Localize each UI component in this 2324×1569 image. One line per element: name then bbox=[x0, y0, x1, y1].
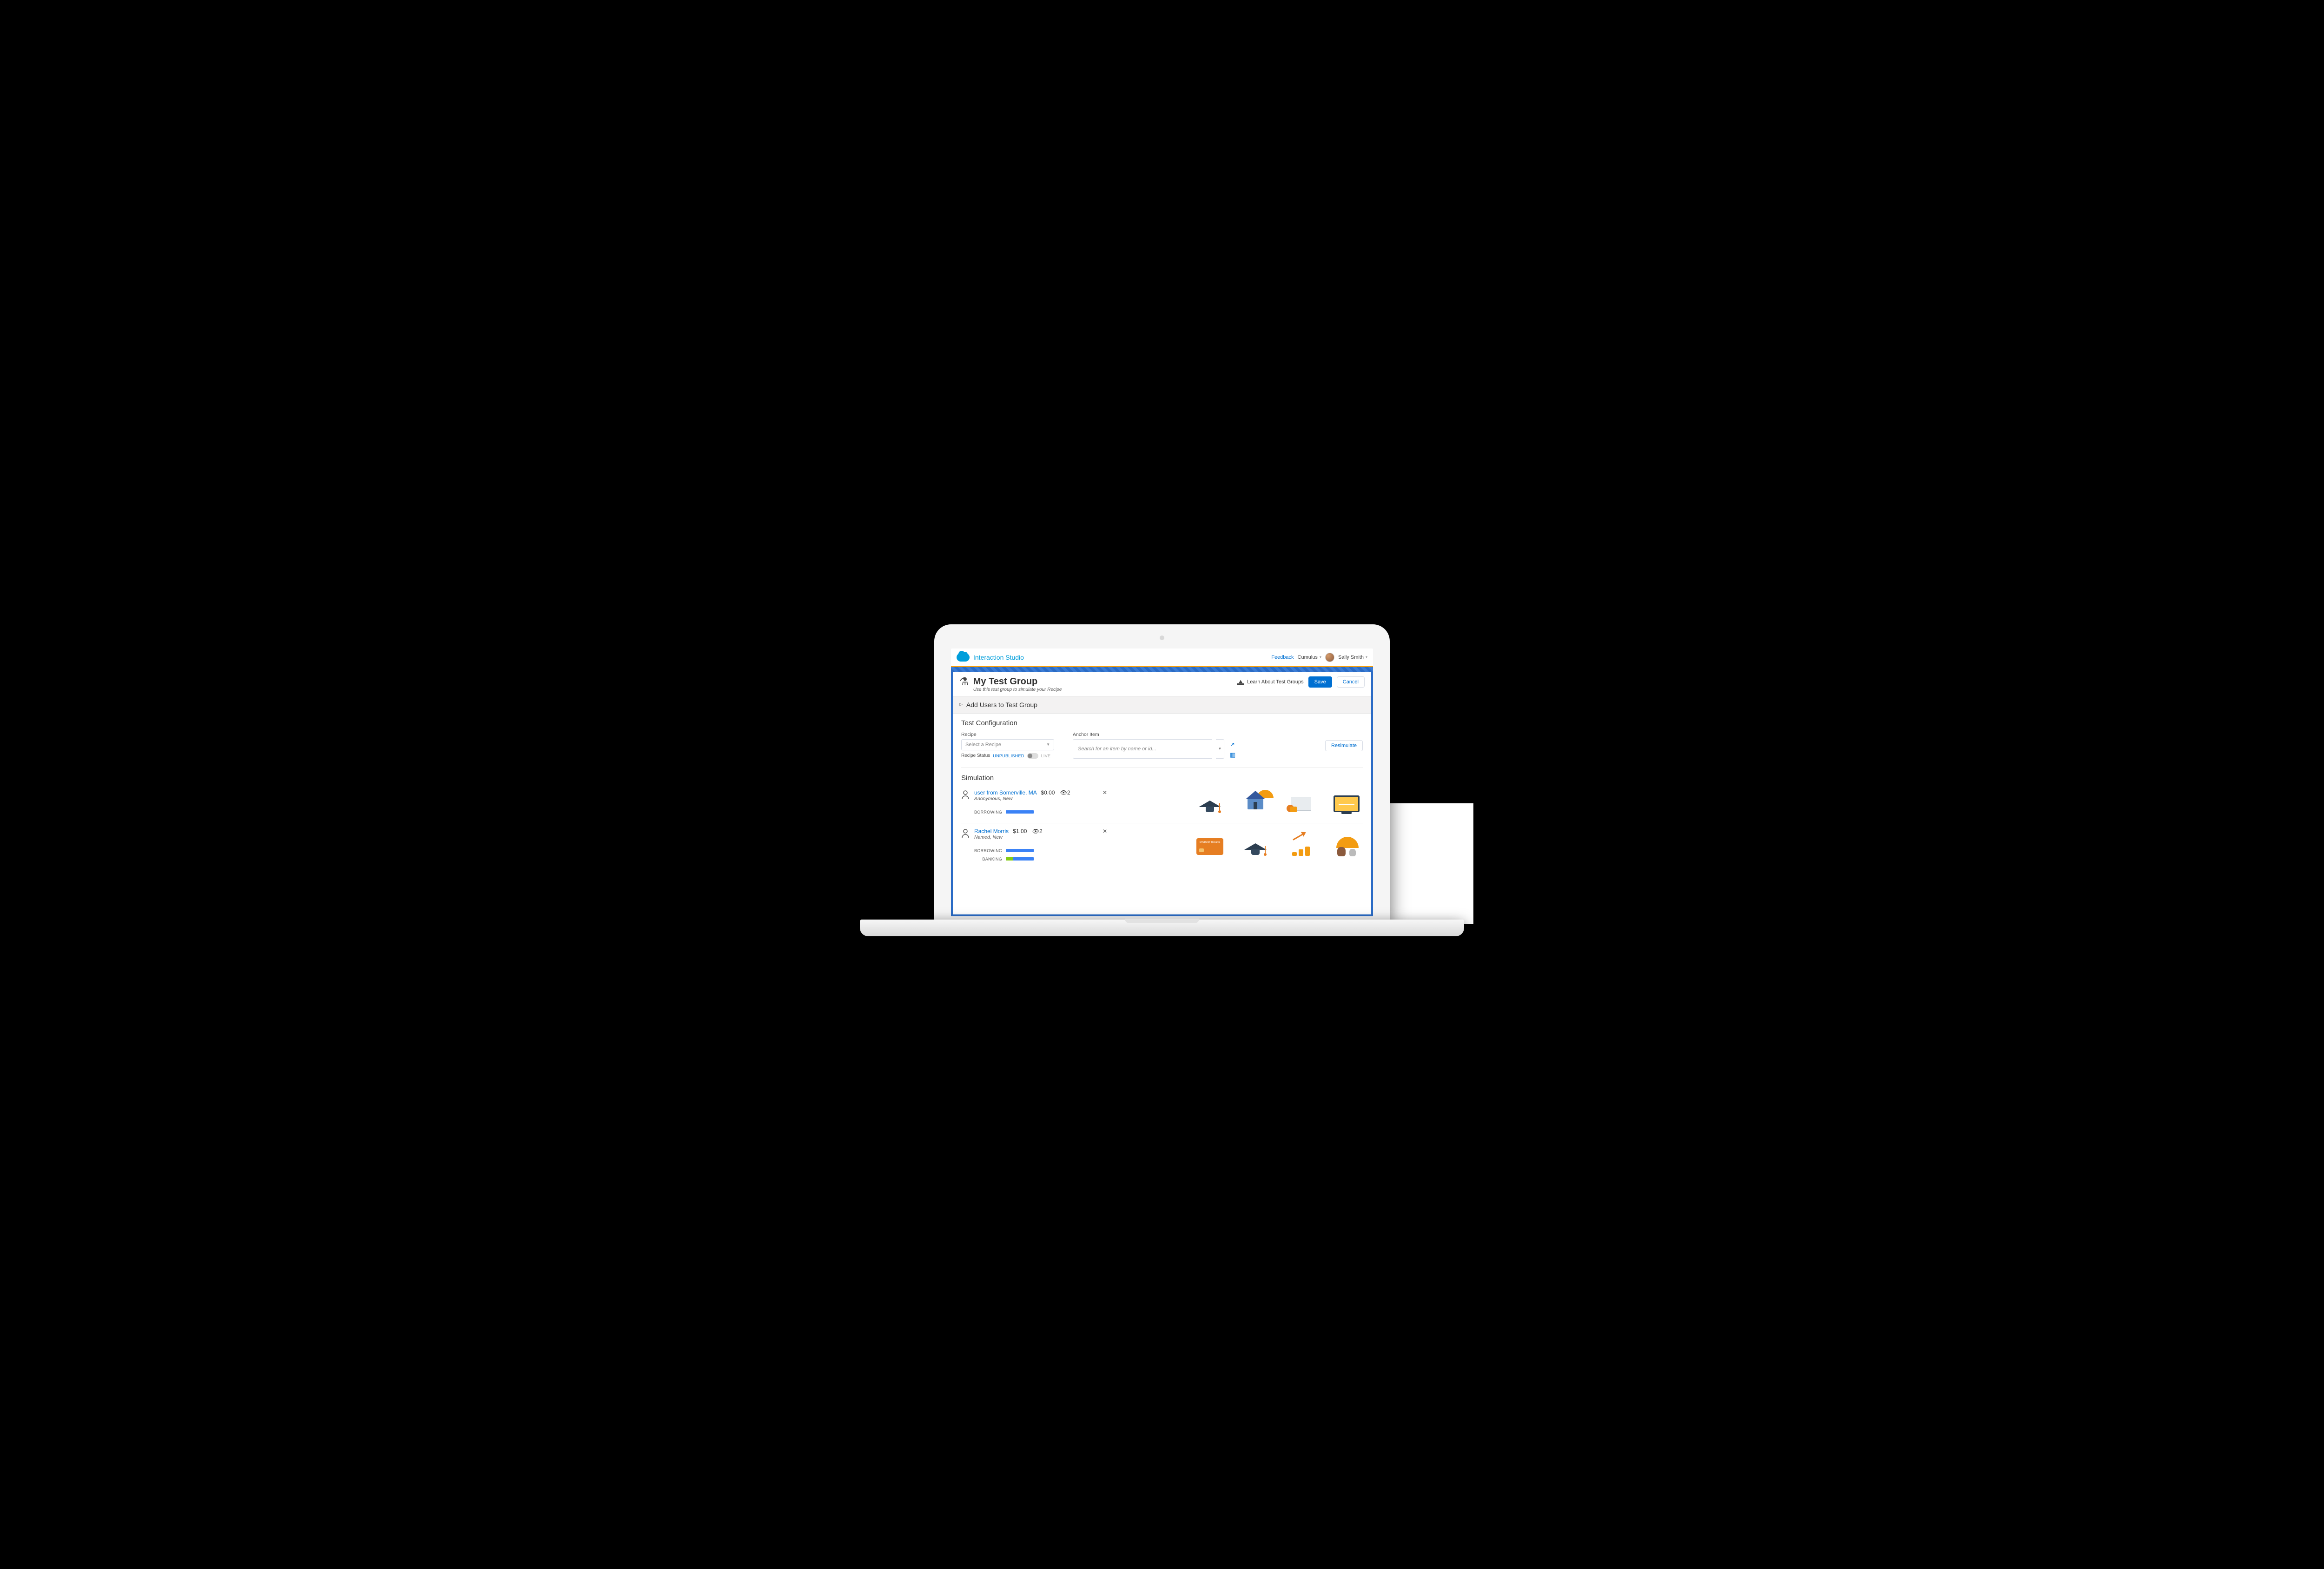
recipe-status-row: Recipe Status UNPUBLISHED LIVE bbox=[961, 753, 1054, 759]
rec-investment-growth[interactable] bbox=[1285, 835, 1317, 858]
rec-graduation-cap[interactable] bbox=[1194, 793, 1226, 815]
status-unpublished: UNPUBLISHED bbox=[993, 754, 1024, 758]
view-count: 👁2 bbox=[1032, 828, 1043, 834]
simulation-row: Rachel Morris $1.00 👁2 Named, New BORROW… bbox=[961, 823, 1363, 870]
learn-link[interactable]: Learn About Test Groups bbox=[1237, 679, 1304, 685]
background-panel bbox=[1380, 803, 1473, 924]
person-icon bbox=[961, 790, 970, 818]
app-title: Interaction Studio bbox=[973, 654, 1024, 661]
laptop-base bbox=[860, 920, 1464, 936]
recipe-field-group: Recipe Select a Recipe ▼ Recipe Status U… bbox=[961, 732, 1054, 759]
detail-panel-icon[interactable]: ▥ bbox=[1230, 751, 1235, 759]
affinity-bar: BORROWING bbox=[974, 848, 1043, 853]
recipe-label: Recipe bbox=[961, 732, 1054, 737]
trailhead-icon bbox=[1237, 679, 1244, 685]
affinity-bar: BORROWING bbox=[974, 810, 1070, 814]
user-type: Named, New bbox=[974, 834, 1043, 840]
org-switcher[interactable]: Cumulus ▾ bbox=[1298, 655, 1321, 660]
flask-icon: ⚗ bbox=[959, 676, 969, 687]
theme-band bbox=[951, 667, 1373, 672]
anchor-label: Anchor Item bbox=[1073, 732, 1235, 737]
recipe-status-label: Recipe Status bbox=[961, 753, 990, 758]
rec-home-insurance[interactable] bbox=[1239, 793, 1272, 815]
avatar[interactable] bbox=[1325, 653, 1334, 662]
affinity-bar: BANKING bbox=[974, 857, 1043, 861]
feedback-link[interactable]: Feedback bbox=[1271, 655, 1294, 660]
recommendation-thumbs bbox=[1194, 789, 1363, 818]
rec-graduation-cap[interactable] bbox=[1239, 835, 1272, 858]
user-type: Anonymous, New bbox=[974, 796, 1070, 801]
add-users-section-toggle[interactable]: ▷ Add Users to Test Group bbox=[953, 696, 1371, 714]
affinity-bar-fill bbox=[1006, 810, 1034, 814]
user-name-link[interactable]: user from Somerville, MA bbox=[974, 789, 1037, 796]
recipe-select[interactable]: Select a Recipe ▼ bbox=[961, 739, 1054, 750]
global-header: Interaction Studio Feedback Cumulus ▾ Sa… bbox=[951, 649, 1373, 667]
affinity-bar-fill bbox=[1006, 857, 1034, 861]
save-button[interactable]: Save bbox=[1308, 676, 1332, 688]
org-name: Cumulus bbox=[1298, 655, 1318, 660]
learn-label: Learn About Test Groups bbox=[1247, 679, 1304, 685]
recipe-placeholder: Select a Recipe bbox=[965, 742, 1001, 748]
recommendation-thumbs: STUDENT Rewards bbox=[1194, 828, 1363, 865]
camera-dot bbox=[1160, 636, 1164, 640]
laptop-frame: Interaction Studio Feedback Cumulus ▾ Sa… bbox=[934, 624, 1390, 927]
user-amount: $0.00 bbox=[1041, 789, 1055, 796]
simulation-heading: Simulation bbox=[961, 774, 1363, 782]
rec-credit-card[interactable]: STUDENT Rewards bbox=[1194, 835, 1226, 858]
chevron-down-icon: ▾ bbox=[1366, 655, 1367, 659]
cancel-button[interactable]: Cancel bbox=[1337, 676, 1365, 688]
test-configuration-heading: Test Configuration bbox=[961, 719, 1363, 727]
remove-user-button[interactable]: ✕ bbox=[1103, 789, 1107, 818]
rec-pet-insurance[interactable] bbox=[1330, 835, 1363, 858]
app-screen: Interaction Studio Feedback Cumulus ▾ Sa… bbox=[951, 649, 1373, 916]
status-toggle[interactable] bbox=[1027, 753, 1038, 759]
status-live: LIVE bbox=[1041, 754, 1051, 758]
anchor-dropdown-toggle[interactable]: ▼ bbox=[1216, 739, 1224, 759]
anchor-search-input[interactable]: Search for an item by name or id... bbox=[1073, 739, 1212, 759]
affinity-label: BORROWING bbox=[974, 810, 1002, 814]
user-name: Sally Smith bbox=[1338, 655, 1364, 660]
person-icon bbox=[961, 829, 970, 865]
resimulate-button[interactable]: Resimulate bbox=[1325, 740, 1363, 751]
page-subtitle: Use this test group to simulate your Rec… bbox=[973, 687, 1062, 692]
user-menu[interactable]: Sally Smith ▾ bbox=[1338, 655, 1367, 660]
remove-user-button[interactable]: ✕ bbox=[1103, 828, 1107, 865]
affinity-label: BANKING bbox=[974, 857, 1002, 861]
test-configuration: Recipe Select a Recipe ▼ Recipe Status U… bbox=[961, 732, 1363, 768]
chevron-down-icon: ▾ bbox=[1320, 655, 1321, 659]
simulation-row: user from Somerville, MA $0.00 👁2 Anonym… bbox=[961, 785, 1363, 823]
collapse-triangle-icon: ▷ bbox=[959, 702, 963, 707]
salesforce-cloud-icon bbox=[957, 653, 970, 662]
user-amount: $1.00 bbox=[1013, 828, 1027, 834]
affinity-bar-fill bbox=[1006, 849, 1034, 852]
rec-online-banking[interactable] bbox=[1330, 793, 1363, 815]
anchor-field-group: Anchor Item Search for an item by name o… bbox=[1073, 732, 1235, 759]
rec-checking[interactable] bbox=[1285, 793, 1317, 815]
add-users-title: Add Users to Test Group bbox=[966, 701, 1037, 708]
open-external-icon[interactable]: ↗ bbox=[1230, 741, 1235, 748]
affinity-label: BORROWING bbox=[974, 848, 1002, 853]
chevron-down-icon: ▼ bbox=[1046, 742, 1050, 747]
page-title: My Test Group bbox=[973, 676, 1062, 687]
user-name-link[interactable]: Rachel Morris bbox=[974, 828, 1009, 834]
page-header: ⚗ My Test Group Use this test group to s… bbox=[953, 672, 1371, 696]
content-frame: ⚗ My Test Group Use this test group to s… bbox=[951, 672, 1373, 916]
view-count: 👁2 bbox=[1060, 789, 1070, 796]
